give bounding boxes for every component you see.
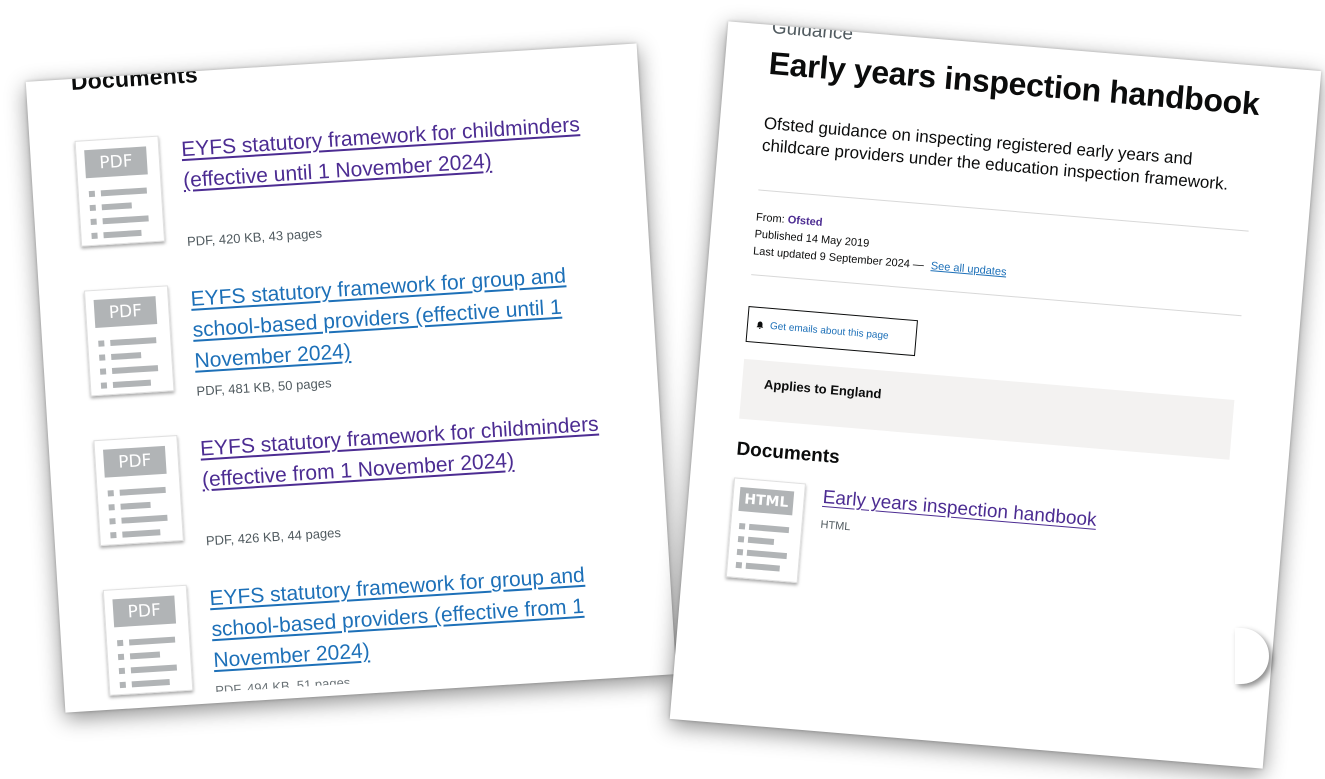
get-emails-label: Get emails about this page bbox=[769, 320, 890, 342]
html-tag: HTML bbox=[738, 486, 795, 516]
applies-to-text: Applies to England bbox=[763, 376, 883, 402]
document-meta: PDF, 494 KB, 51 pages bbox=[214, 674, 351, 699]
page-summary: Ofsted guidance on inspecting registered… bbox=[761, 113, 1229, 194]
left-screenshot-sheet: Documents PDF EYFS statutory framework f… bbox=[25, 43, 677, 713]
pdf-tag: PDF bbox=[93, 296, 158, 328]
pdf-tag: PDF bbox=[84, 146, 148, 179]
see-all-updates-link[interactable]: See all updates bbox=[930, 260, 1007, 278]
pdf-tag: PDF bbox=[103, 445, 167, 478]
pdf-thumbnail-icon[interactable]: PDF bbox=[93, 435, 184, 547]
document-meta: PDF, 481 KB, 50 pages bbox=[196, 375, 332, 399]
document-meta: HTML bbox=[820, 518, 851, 534]
documents-heading: Documents bbox=[735, 438, 841, 469]
document-link[interactable]: EYFS statutory framework for childminder… bbox=[180, 108, 603, 196]
page-title: Early years inspection handbook bbox=[767, 44, 1261, 123]
page-metadata: From: Ofsted Published 14 May 2019 Last … bbox=[752, 209, 1010, 281]
right-screenshot-sheet: Guidance Early years inspection handbook… bbox=[669, 21, 1322, 769]
pdf-thumbnail-icon[interactable]: PDF bbox=[74, 135, 166, 247]
from-label: From: bbox=[755, 211, 786, 226]
get-emails-button[interactable]: Get emails about this page bbox=[745, 306, 918, 357]
pdf-thumbnail-icon[interactable]: PDF bbox=[102, 584, 194, 696]
html-thumbnail-icon[interactable]: HTML bbox=[725, 477, 806, 584]
documents-heading: Documents bbox=[70, 61, 199, 95]
document-meta: PDF, 426 KB, 44 pages bbox=[205, 524, 342, 549]
pdf-tag: PDF bbox=[112, 595, 177, 628]
from-org-link[interactable]: Ofsted bbox=[787, 214, 823, 229]
document-meta: PDF, 420 KB, 43 pages bbox=[186, 225, 323, 250]
pdf-thumbnail-icon[interactable]: PDF bbox=[83, 285, 175, 397]
document-link[interactable]: Early years inspection handbook bbox=[822, 487, 1097, 532]
page-caption: Guidance bbox=[771, 21, 854, 45]
bell-icon bbox=[756, 321, 764, 329]
